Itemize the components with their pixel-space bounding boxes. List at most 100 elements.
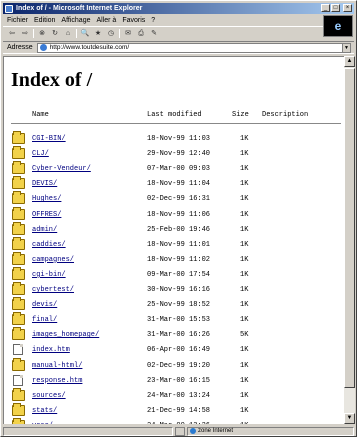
entry-size: 1K bbox=[240, 180, 249, 189]
entry-link[interactable]: campagnes/ bbox=[32, 256, 74, 264]
entry-link[interactable]: images_homepage/ bbox=[32, 331, 99, 339]
history-icon[interactable]: ◷ bbox=[106, 29, 116, 38]
list-item: stats/21-Dec-99 14:58 1K bbox=[12, 402, 312, 417]
status-text bbox=[3, 426, 173, 436]
folder-icon[interactable] bbox=[12, 131, 25, 144]
entry-size: 1K bbox=[240, 301, 249, 310]
entry-link[interactable]: cgi-bin/ bbox=[32, 271, 66, 279]
folder-icon[interactable] bbox=[12, 191, 25, 205]
list-item: Cyber-Vendeur/07-Mar-00 09:03 1K bbox=[12, 161, 312, 175]
search-icon[interactable]: 🔍 bbox=[80, 29, 90, 38]
list-item: cgi-bin/09-Mar-00 17:54 1K bbox=[12, 266, 312, 281]
address-dropdown-icon[interactable]: ▼ bbox=[342, 43, 350, 52]
favorites-icon[interactable]: ★ bbox=[93, 29, 103, 38]
entry-date: 09-Mar-00 17:54 bbox=[147, 270, 211, 279]
mail-icon[interactable]: ✉ bbox=[123, 29, 133, 38]
folder-icon[interactable] bbox=[12, 266, 25, 280]
entry-link[interactable]: OFFRES/ bbox=[32, 211, 61, 219]
menu-favoris[interactable]: Favoris bbox=[122, 17, 145, 24]
entry-size: 1K bbox=[240, 346, 249, 355]
folder-icon[interactable] bbox=[12, 297, 25, 311]
print-icon[interactable]: ⎙ bbox=[136, 29, 146, 38]
entry-link[interactable]: vrac/ bbox=[32, 422, 53, 424]
menu-help[interactable]: ? bbox=[151, 17, 155, 24]
scroll-thumb[interactable] bbox=[344, 68, 355, 388]
edit-icon[interactable]: ✎ bbox=[149, 29, 159, 38]
list-item: OFFRES/18-Nov-99 11:06 1K bbox=[12, 206, 312, 221]
entry-link[interactable]: devis/ bbox=[32, 301, 57, 309]
list-item: manual-html/02-Dec-99 19:20 1K bbox=[12, 357, 312, 372]
list-item: DEVIS/18-Nov-99 11:04 1K bbox=[12, 176, 312, 190]
stop-icon[interactable]: ⊗ bbox=[37, 29, 47, 38]
entry-date: 25-Feb-00 19:46 bbox=[147, 225, 211, 234]
entry-link[interactable]: Hughes/ bbox=[32, 195, 61, 203]
ie-throbber-icon: e bbox=[323, 15, 353, 37]
folder-icon[interactable] bbox=[12, 251, 25, 265]
menu-edition[interactable]: Edition bbox=[34, 17, 55, 24]
folder-icon[interactable] bbox=[12, 327, 25, 341]
scroll-down-button[interactable]: ▼ bbox=[344, 413, 355, 424]
toolbar-separator bbox=[119, 28, 120, 38]
refresh-icon[interactable]: ↻ bbox=[50, 29, 60, 38]
header-name[interactable]: Name bbox=[32, 111, 49, 119]
folder-icon[interactable] bbox=[12, 357, 25, 371]
entry-link[interactable]: admin/ bbox=[32, 226, 57, 234]
entry-link[interactable]: stats/ bbox=[32, 407, 57, 415]
folder-icon[interactable] bbox=[12, 206, 25, 220]
listing-header: Name Last modified Size Description bbox=[32, 111, 332, 120]
list-item: CLJ/29-Nov-99 12:40 1K bbox=[12, 146, 312, 160]
list-item: campagnes/18-Nov-99 11:02 1K bbox=[12, 251, 312, 266]
list-item: vrac/24-Mar-00 13:26 1K bbox=[12, 417, 312, 424]
title-bar[interactable]: Index of / - Microsoft Internet Explorer… bbox=[3, 3, 354, 14]
entry-date: 25-Nov-99 18:52 bbox=[147, 301, 211, 310]
header-description[interactable]: Description bbox=[262, 111, 308, 119]
entry-date: 30-Nov-99 16:16 bbox=[147, 286, 211, 294]
entry-link[interactable]: index.htm bbox=[32, 346, 70, 354]
entry-link[interactable]: CLJ/ bbox=[32, 150, 49, 158]
folder-icon[interactable] bbox=[12, 312, 25, 326]
folder-icon[interactable] bbox=[12, 146, 25, 160]
menu-affichage[interactable]: Affichage bbox=[61, 17, 90, 24]
folder-icon[interactable] bbox=[12, 161, 25, 175]
menu-fichier[interactable]: Fichier bbox=[7, 17, 28, 24]
entry-size: 1K bbox=[240, 240, 249, 249]
folder-icon[interactable] bbox=[12, 176, 25, 190]
scroll-up-button[interactable]: ▲ bbox=[344, 56, 355, 67]
entry-size: 1K bbox=[240, 286, 249, 294]
folder-icon[interactable] bbox=[12, 417, 25, 424]
folder-icon[interactable] bbox=[12, 282, 25, 295]
back-icon[interactable]: ⇦ bbox=[7, 29, 17, 38]
document-icon[interactable] bbox=[13, 344, 23, 356]
folder-icon[interactable] bbox=[12, 402, 25, 416]
minimize-button[interactable]: _ bbox=[321, 4, 330, 12]
maximize-button[interactable]: □ bbox=[331, 4, 340, 12]
entry-size: 1K bbox=[240, 422, 248, 424]
toolbar-separator bbox=[76, 28, 77, 38]
document-icon[interactable] bbox=[13, 374, 23, 386]
folder-icon[interactable] bbox=[12, 221, 25, 235]
list-item: devis/25-Nov-99 18:52 1K bbox=[12, 297, 312, 311]
menu-aller-a[interactable]: Aller à bbox=[96, 17, 116, 24]
forward-icon[interactable]: ⇨ bbox=[20, 29, 30, 38]
entry-link[interactable]: CGI-BIN/ bbox=[32, 135, 66, 143]
close-button[interactable]: × bbox=[343, 4, 352, 12]
entry-link[interactable]: Cyber-Vendeur/ bbox=[32, 165, 91, 173]
entry-link[interactable]: cybertest/ bbox=[32, 286, 74, 294]
vertical-scrollbar[interactable]: ▲ ▼ bbox=[344, 56, 355, 424]
entry-link[interactable]: response.htm bbox=[32, 377, 82, 385]
folder-icon[interactable] bbox=[12, 387, 25, 401]
address-input[interactable]: http://www.toutdesuite.com/ ▼ bbox=[36, 42, 351, 53]
entry-date: 07-Mar-00 09:03 bbox=[147, 165, 211, 174]
entry-link[interactable]: DEVIS/ bbox=[32, 180, 57, 188]
entry-link[interactable]: caddies/ bbox=[32, 241, 66, 249]
entry-size: 1K bbox=[240, 255, 249, 264]
entry-link[interactable]: final/ bbox=[32, 316, 57, 324]
header-size[interactable]: Size bbox=[232, 111, 249, 119]
entry-size: 1K bbox=[240, 391, 249, 400]
entry-size: 1K bbox=[240, 316, 249, 325]
folder-icon[interactable] bbox=[12, 236, 25, 250]
header-last-modified[interactable]: Last modified bbox=[147, 111, 202, 119]
entry-link[interactable]: sources/ bbox=[32, 392, 66, 400]
home-icon[interactable]: ⌂ bbox=[63, 29, 73, 38]
entry-link[interactable]: manual-html/ bbox=[32, 362, 82, 370]
